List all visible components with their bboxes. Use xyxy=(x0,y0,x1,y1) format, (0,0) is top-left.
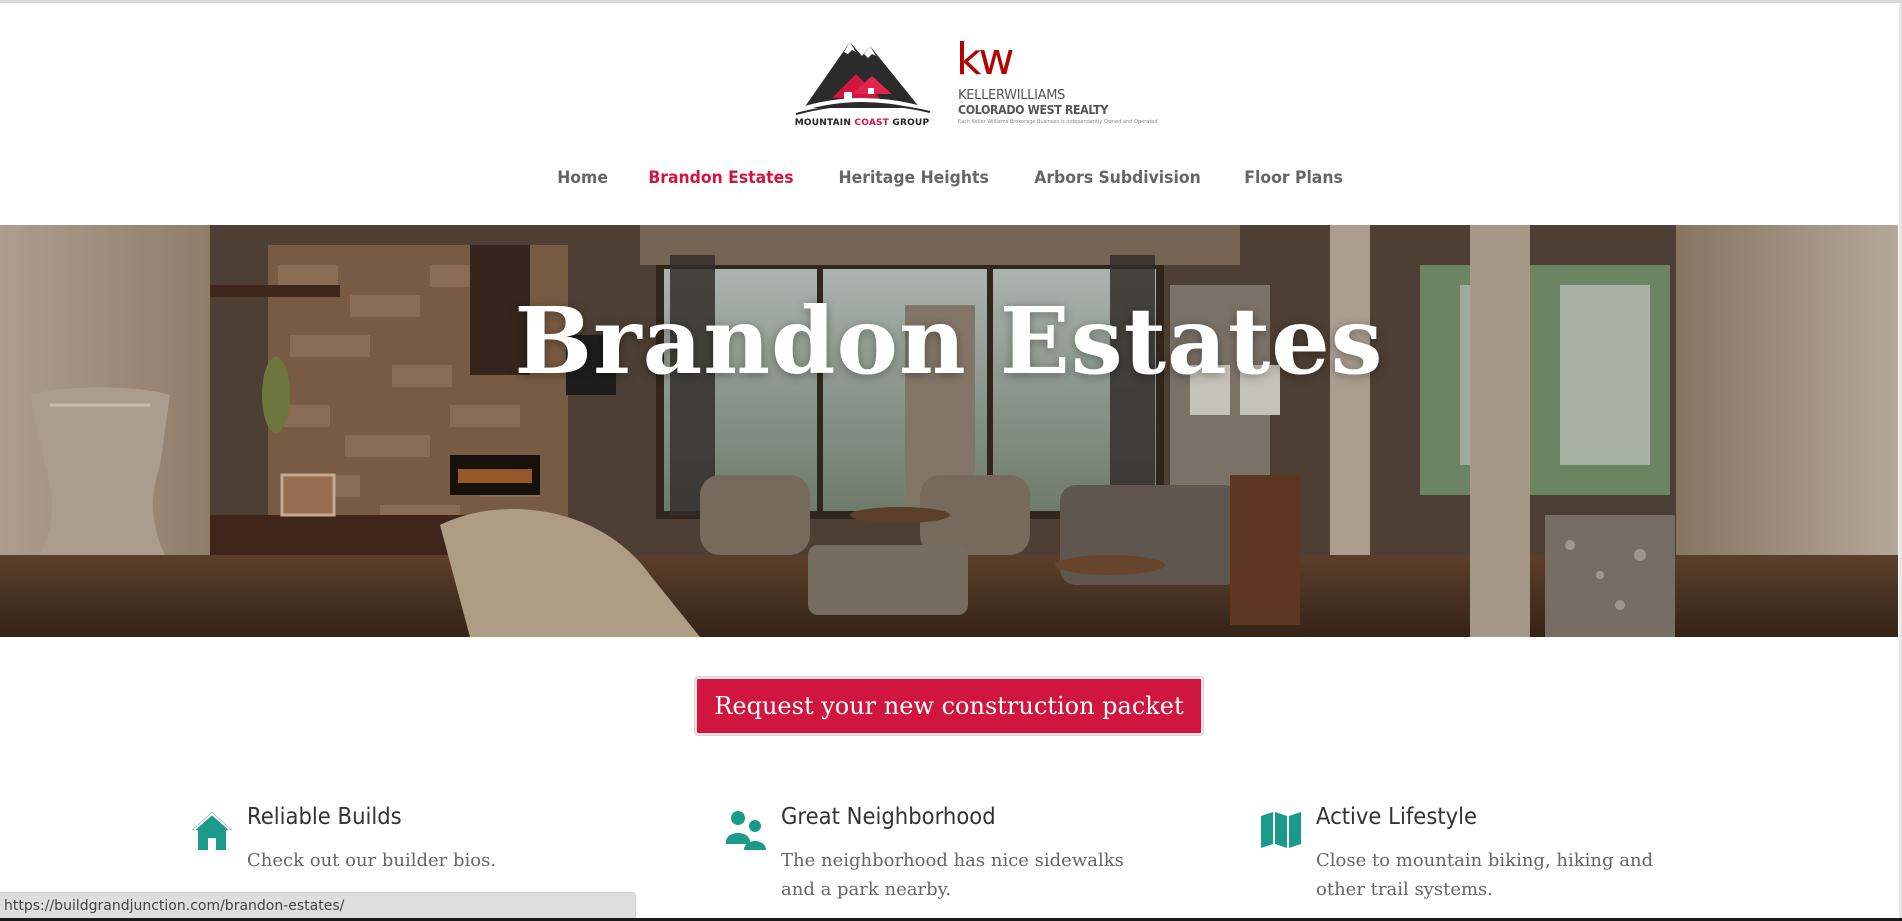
home-icon xyxy=(192,812,232,850)
wordmark-part-group: GROUP xyxy=(889,118,930,128)
kw-brand-name: KELLERWILLIAMS xyxy=(958,88,1066,103)
header-logos: MOUNTAIN COAST GROUP kw KELLERWILLIAMS C… xyxy=(0,36,1902,132)
mountain-house-icon xyxy=(795,42,931,115)
nav-brandon-estates[interactable]: Brandon Estates xyxy=(648,168,793,188)
window-top-border xyxy=(0,0,1902,3)
hero-banner: Brandon Estates xyxy=(0,225,1898,637)
keller-williams-logo[interactable]: kw KELLERWILLIAMS COLORADO WEST REALTY E… xyxy=(956,38,1158,132)
map-icon xyxy=(1261,812,1301,848)
request-packet-button[interactable]: Request your new construction packet xyxy=(695,677,1203,735)
feature-title: Reliable Builds xyxy=(247,804,402,830)
nav-home[interactable]: Home xyxy=(557,168,608,188)
mountain-coast-group-wordmark: MOUNTAIN COAST GROUP xyxy=(792,118,932,128)
hero-title: Brandon Estates xyxy=(514,287,1384,395)
feature-title: Great Neighborhood xyxy=(781,804,996,830)
nav-floor-plans[interactable]: Floor Plans xyxy=(1244,168,1343,188)
kw-disclaimer: Each Keller Williams Brokerage Business … xyxy=(958,119,1158,125)
wordmark-part-mountain: MOUNTAIN xyxy=(794,118,855,128)
people-icon xyxy=(726,811,766,850)
wordmark-part-coast: COAST xyxy=(854,118,890,128)
kw-office-name: COLORADO WEST REALTY xyxy=(958,103,1108,117)
mountain-coast-group-logo[interactable]: MOUNTAIN COAST GROUP xyxy=(792,36,932,132)
feature-text: The neighborhood has nice sidewalks and … xyxy=(781,850,1124,900)
feature-text: Close to mountain biking, hiking and oth… xyxy=(1316,850,1654,900)
main-navigation: Home Brandon Estates Heritage Heights Ar… xyxy=(0,168,1902,188)
status-bar-url: https://buildgrandjunction.com/brandon-e… xyxy=(0,892,636,918)
feature-title: Active Lifestyle xyxy=(1316,804,1478,830)
kw-mark: kw xyxy=(956,34,1014,85)
nav-heritage-heights[interactable]: Heritage Heights xyxy=(838,168,988,188)
feature-text: Check out our builder bios. xyxy=(247,850,497,871)
nav-arbors-subdivision[interactable]: Arbors Subdivision xyxy=(1034,168,1200,188)
